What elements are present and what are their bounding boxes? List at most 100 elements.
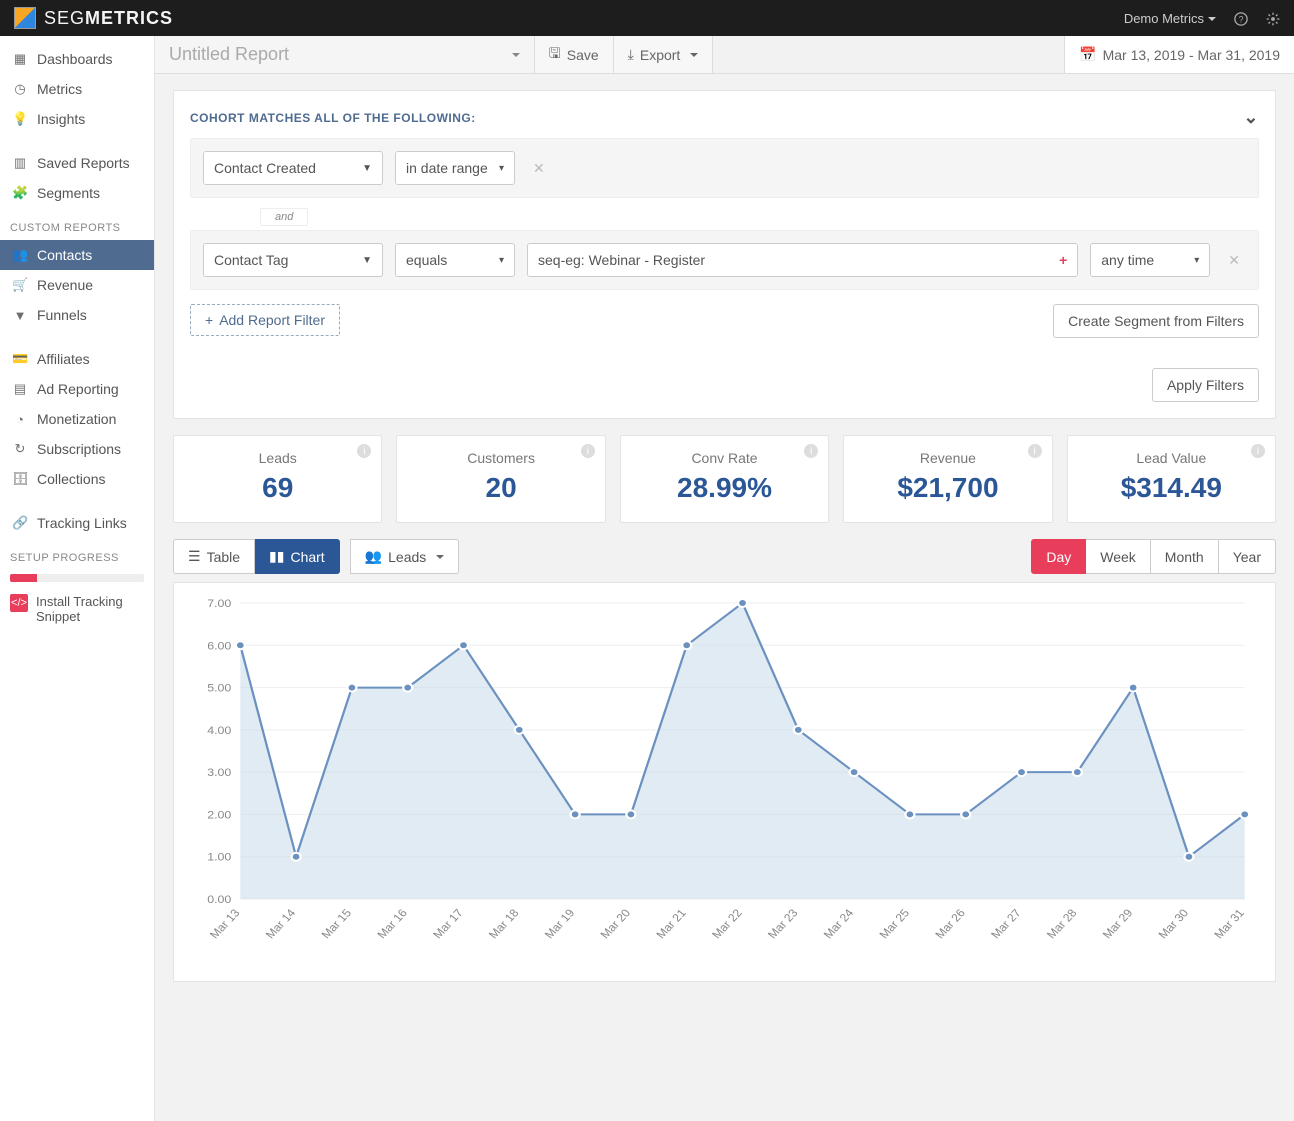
range-day-button[interactable]: Day bbox=[1031, 539, 1086, 574]
svg-text:Mar 18: Mar 18 bbox=[486, 907, 521, 941]
filter-op-select[interactable]: equals▾ bbox=[395, 243, 515, 277]
save-icon: 🖫 bbox=[549, 43, 561, 67]
code-icon: </> bbox=[10, 594, 28, 612]
filter-value-select[interactable]: seq-eg: Webinar - Register+ bbox=[527, 243, 1078, 277]
view-chart-button[interactable]: ▮▮ Chart bbox=[255, 539, 340, 574]
sidebar-item-label: Funnels bbox=[37, 307, 87, 323]
sidebar-item-collections[interactable]: 🗄Collections bbox=[0, 464, 154, 494]
sidebar-item-label: Contacts bbox=[37, 247, 92, 263]
svg-text:Mar 30: Mar 30 bbox=[1156, 907, 1192, 941]
export-dropdown[interactable]: ⤓ Export bbox=[614, 36, 714, 73]
info-icon[interactable]: i bbox=[1251, 444, 1265, 458]
sidebar-item-monetization[interactable]: ◔Monetization bbox=[0, 404, 154, 434]
archive-icon: 🗄 bbox=[12, 471, 28, 487]
svg-text:Mar 26: Mar 26 bbox=[933, 907, 968, 941]
filter-field-select[interactable]: Contact Tag▼ bbox=[203, 243, 383, 277]
cohort-header: COHORT MATCHES ALL OF THE FOLLOWING: bbox=[190, 111, 476, 125]
range-week-button[interactable]: Week bbox=[1086, 539, 1151, 574]
range-month-button[interactable]: Month bbox=[1151, 539, 1219, 574]
report-title-dropdown[interactable]: Untitled Report bbox=[155, 36, 535, 73]
sidebar-item-funnels[interactable]: ▼Funnels bbox=[0, 300, 154, 330]
create-segment-button[interactable]: Create Segment from Filters bbox=[1053, 304, 1259, 338]
svg-text:Mar 14: Mar 14 bbox=[263, 907, 299, 941]
sidebar-item-dashboards[interactable]: ▦Dashboards bbox=[0, 44, 154, 74]
leads-chart: 0.001.002.003.004.005.006.007.00Mar 13Ma… bbox=[184, 593, 1265, 953]
svg-text:4.00: 4.00 bbox=[207, 724, 232, 736]
sidebar-item-saved-reports[interactable]: ▥Saved Reports bbox=[0, 148, 154, 178]
info-icon[interactable]: i bbox=[581, 444, 595, 458]
filter-op-select[interactable]: in date range▾ bbox=[395, 151, 515, 185]
range-year-button[interactable]: Year bbox=[1219, 539, 1276, 574]
date-range-label: Mar 13, 2019 - Mar 31, 2019 bbox=[1103, 47, 1280, 63]
users-icon: 👥 bbox=[365, 548, 382, 565]
refresh-icon: ↻ bbox=[12, 441, 28, 457]
sidebar-item-subscriptions[interactable]: ↻Subscriptions bbox=[0, 434, 154, 464]
filter-field-select[interactable]: Contact Created▼ bbox=[203, 151, 383, 185]
remove-filter-icon[interactable]: ✕ bbox=[527, 160, 551, 177]
filter-time-select[interactable]: any time▾ bbox=[1090, 243, 1210, 277]
metric-value: $314.49 bbox=[1078, 472, 1265, 504]
sidebar-item-label: Revenue bbox=[37, 277, 93, 293]
svg-text:Mar 31: Mar 31 bbox=[1212, 907, 1247, 941]
sidebar-item-metrics[interactable]: ◷Metrics bbox=[0, 74, 154, 104]
metric-value: $21,700 bbox=[854, 472, 1041, 504]
logo-mark bbox=[14, 7, 36, 29]
add-filter-label: Add Report Filter bbox=[219, 312, 325, 328]
svg-text:1.00: 1.00 bbox=[207, 851, 232, 863]
save-button[interactable]: 🖫 Save bbox=[535, 36, 614, 73]
and-connector: and bbox=[260, 208, 308, 226]
view-table-button[interactable]: ☰Table bbox=[173, 539, 255, 574]
svg-text:?: ? bbox=[1239, 14, 1244, 24]
add-filter-button[interactable]: + Add Report Filter bbox=[190, 304, 340, 336]
bar-chart-icon: ▮▮ bbox=[269, 548, 284, 565]
account-dropdown[interactable]: Demo Metrics bbox=[1124, 11, 1216, 26]
brand-seg: SEG bbox=[44, 8, 85, 28]
sidebar-item-label: Metrics bbox=[37, 81, 82, 97]
svg-text:0.00: 0.00 bbox=[207, 894, 232, 906]
sidebar-item-label: Ad Reporting bbox=[37, 381, 119, 397]
sidebar-item-affiliates[interactable]: 💳 Affiliates bbox=[0, 344, 154, 374]
export-label: Export bbox=[640, 47, 680, 63]
card-icon: 💳 bbox=[12, 351, 28, 367]
caret-down-icon bbox=[690, 53, 698, 57]
chart-label: Chart bbox=[290, 549, 324, 565]
apply-filters-button[interactable]: Apply Filters bbox=[1152, 368, 1259, 402]
metrics-row: iLeads69iCustomers20iConv Rate28.99%iRev… bbox=[173, 435, 1276, 523]
sidebar-item-contacts[interactable]: 👥 Contacts bbox=[0, 240, 154, 270]
metric-leads: iLeads69 bbox=[173, 435, 382, 523]
filter-time-label: any time bbox=[1101, 252, 1154, 268]
help-icon[interactable]: ? bbox=[1234, 10, 1248, 26]
chevron-down-icon[interactable]: ⌄ bbox=[1243, 107, 1259, 128]
filter-row-1: Contact Created▼ in date range▾ ✕ bbox=[190, 138, 1259, 198]
users-icon: 👥 bbox=[12, 247, 28, 263]
sidebar-item-ad-reporting[interactable]: ▤ Ad Reporting bbox=[0, 374, 154, 404]
brand-metrics: METRICS bbox=[85, 8, 173, 28]
logo: SEGMETRICS bbox=[14, 7, 173, 29]
svg-text:Mar 23: Mar 23 bbox=[765, 907, 800, 941]
plus-icon[interactable]: + bbox=[1059, 252, 1067, 268]
filter-row-2: Contact Tag▼ equals▾ seq-eg: Webinar - R… bbox=[190, 230, 1259, 290]
sidebar-item-label: Affiliates bbox=[37, 351, 90, 367]
account-label: Demo Metrics bbox=[1124, 11, 1204, 26]
triangle-down-icon: ▾ bbox=[499, 163, 504, 174]
chart-toolbar: ☰Table ▮▮ Chart 👥Leads DayWeekMonthYear bbox=[173, 539, 1276, 574]
sidebar-item-segments[interactable]: 🧩Segments bbox=[0, 178, 154, 208]
sidebar-item-tracking-links[interactable]: 🔗Tracking Links bbox=[0, 508, 154, 538]
svg-text:Mar 29: Mar 29 bbox=[1100, 907, 1135, 941]
triangle-down-icon: ▼ bbox=[362, 163, 372, 174]
metric-select-dropdown[interactable]: 👥Leads bbox=[350, 539, 460, 574]
date-range-picker[interactable]: 📅 Mar 13, 2019 - Mar 31, 2019 bbox=[1064, 36, 1294, 73]
metric-value: 20 bbox=[407, 472, 594, 504]
sidebar-item-insights[interactable]: 💡 Insights bbox=[0, 104, 154, 134]
bulb-icon: 💡 bbox=[12, 111, 28, 127]
sidebar-item-label: Insights bbox=[37, 111, 85, 127]
metric-conv-rate: iConv Rate28.99% bbox=[620, 435, 829, 523]
install-snippet-item[interactable]: </>Install Tracking Snippet bbox=[0, 590, 154, 628]
remove-filter-icon[interactable]: ✕ bbox=[1222, 252, 1246, 269]
info-icon[interactable]: i bbox=[1028, 444, 1042, 458]
sidebar-item-revenue[interactable]: 🛒Revenue bbox=[0, 270, 154, 300]
puzzle-icon: 🧩 bbox=[12, 185, 28, 201]
ad-icon: ▤ bbox=[12, 381, 28, 397]
clock-icon: ◔ bbox=[12, 412, 28, 427]
gear-icon[interactable] bbox=[1266, 10, 1280, 26]
